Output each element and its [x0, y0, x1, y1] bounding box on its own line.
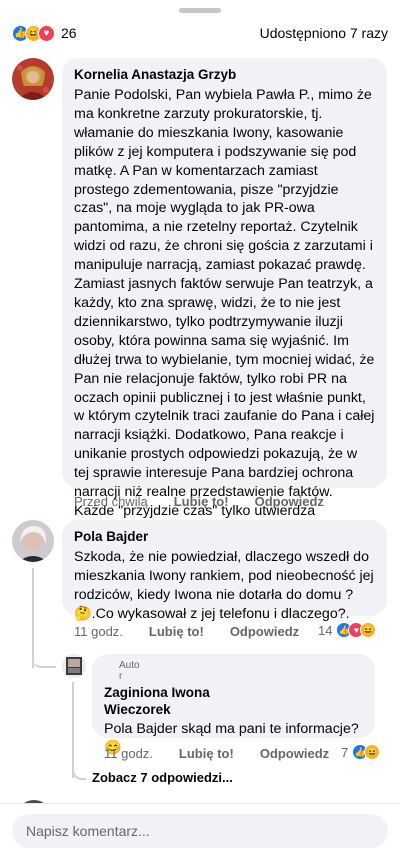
reply-time: 11 godz. — [104, 746, 153, 761]
comment-composer: Napisz komentarz... — [0, 803, 400, 860]
reply-actions: 11 godz. Lubię to! Odpowiedz — [104, 746, 355, 761]
like-button[interactable]: Lubię to! — [179, 746, 234, 761]
reply-button[interactable]: Odpowiedz — [260, 746, 329, 761]
reactions-count: 26 — [61, 25, 77, 41]
avatar[interactable] — [12, 58, 54, 100]
like-button[interactable]: Lubię to! — [174, 494, 229, 509]
reaction-count: 14 — [318, 622, 333, 638]
avatar[interactable] — [12, 520, 54, 562]
comment-author[interactable]: Pola Bajder — [74, 528, 375, 545]
thread-connector — [72, 760, 86, 780]
sheet-grabber-handle[interactable] — [179, 8, 221, 13]
reply-button[interactable]: Odpowiedz — [230, 624, 299, 639]
comment-input[interactable]: Napisz komentarz... — [12, 814, 388, 848]
comment-text: Szkoda, że nie powiedział, dlaczego wsze… — [74, 549, 374, 622]
love-reaction-icon: ♥ — [38, 24, 55, 42]
haha-reaction-icon: 😆 — [360, 622, 377, 638]
avatar[interactable] — [62, 654, 86, 678]
comment-bubble: Pola Bajder Szkoda, że nie powiedział, d… — [62, 520, 387, 622]
shares-count[interactable]: Udostępniono 7 razy — [260, 25, 388, 41]
author-badge: Auto r — [119, 660, 140, 682]
comment-actions: 11 godz. Lubię to! Odpowiedz — [74, 624, 325, 639]
comment-bubble: Kornelia Anastazja Grzyb Panie Podolski,… — [62, 58, 387, 576]
like-button[interactable]: Lubię to! — [149, 624, 204, 639]
comment-time: Przed chwilą — [74, 494, 148, 509]
reactions-summary[interactable]: 👍 😆 ♥ 26 Udostępniono 7 razy — [12, 24, 388, 42]
comment-reactions[interactable]: 14 👍 ♥ 😆 — [318, 622, 377, 638]
comment-actions: Przed chwilą Lubię to! Odpowiedz — [74, 494, 350, 509]
reply-author-line: Zaginiona Iwona — [104, 685, 210, 700]
comment-author[interactable]: Kornelia Anastazja Grzyb — [74, 66, 375, 83]
view-more-replies-link[interactable]: Zobacz 7 odpowiedzi... — [92, 770, 233, 785]
thread-connector — [32, 640, 56, 668]
reply-author-line: Wieczorek — [104, 702, 171, 717]
reaction-count: 7 — [341, 744, 349, 760]
haha-reaction-icon: 😆 — [364, 744, 381, 760]
reply-reactions[interactable]: 7 👍 😆 — [341, 744, 381, 760]
reply-button[interactable]: Odpowiedz — [255, 494, 324, 509]
reply-bubble: Auto r Zaginiona Iwona Wieczorek Pola Ba… — [92, 654, 375, 756]
reply-author[interactable]: Zaginiona Iwona Wieczorek — [104, 684, 363, 718]
comment-time: 11 godz. — [74, 624, 123, 639]
